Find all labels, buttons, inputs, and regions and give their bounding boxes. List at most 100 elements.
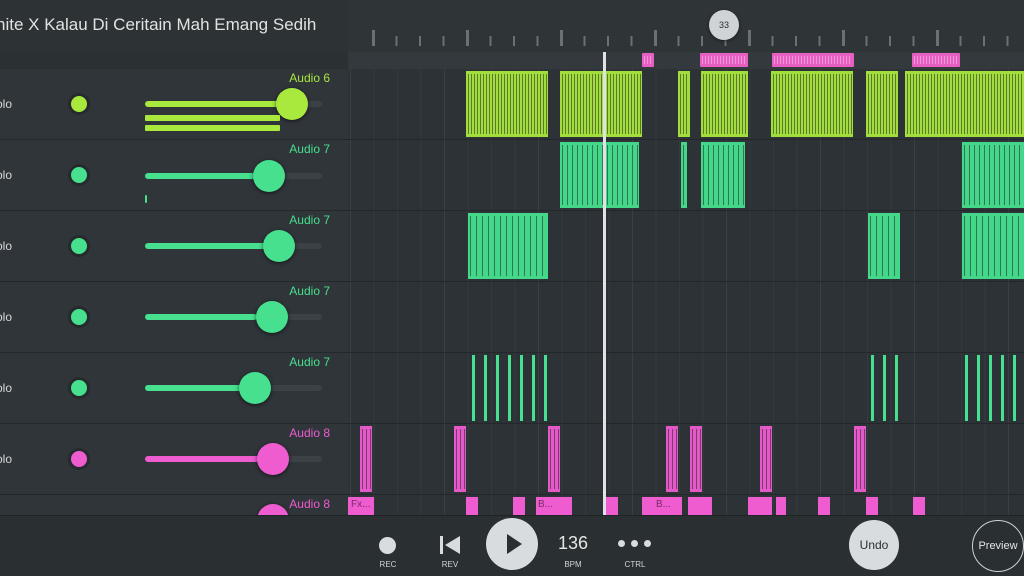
waveform-line: [955, 74, 956, 134]
track-row[interactable]: Audio 8: [0, 495, 348, 536]
waveform-line: [510, 74, 511, 134]
waveform-line: [842, 74, 843, 134]
solo-label[interactable]: olo: [0, 310, 12, 324]
waveform-line: [782, 74, 783, 134]
volume-handle[interactable]: [256, 301, 288, 333]
pattern-block[interactable]: [642, 53, 654, 67]
pan-knob-dot: [71, 380, 87, 396]
solo-label[interactable]: olo: [0, 168, 12, 182]
volume-handle[interactable]: [276, 88, 308, 120]
ruler-tick: [936, 30, 939, 46]
track-name[interactable]: Audio 8: [289, 497, 330, 511]
waveform-line: [733, 145, 734, 205]
waveform-line: [634, 74, 635, 134]
waveform-line: [1009, 145, 1010, 205]
track-row[interactable]: olo Audio 7: [0, 353, 348, 424]
waveform-line: [818, 74, 819, 134]
grid-line: [749, 69, 751, 515]
track-name[interactable]: Audio 7: [289, 213, 330, 227]
ruler-tick: [677, 36, 680, 46]
waveform-line: [851, 74, 852, 134]
volume-fader[interactable]: [145, 230, 322, 262]
track-name[interactable]: Audio 7: [289, 355, 330, 369]
pan-knob[interactable]: [68, 164, 90, 186]
more-dots-icon[interactable]: [618, 540, 652, 548]
pan-knob[interactable]: [68, 377, 90, 399]
pattern-strip[interactable]: [348, 52, 1024, 69]
volume-handle[interactable]: [253, 160, 285, 192]
waveform-line: [522, 74, 523, 134]
solo-label[interactable]: olo: [0, 239, 12, 253]
waveform-line: [779, 74, 780, 134]
pan-knob[interactable]: [68, 235, 90, 257]
waveform-line: [984, 145, 985, 205]
waveform-line: [718, 145, 719, 205]
volume-fader[interactable]: [145, 443, 322, 475]
track-name[interactable]: Audio 8: [289, 426, 330, 440]
undo-button[interactable]: Undo: [849, 520, 899, 570]
pattern-block[interactable]: [912, 53, 960, 67]
volume-handle[interactable]: [263, 230, 295, 262]
level-meter: [145, 195, 147, 203]
record-button[interactable]: [379, 537, 396, 554]
track-row[interactable]: olo Audio 7: [0, 211, 348, 282]
pan-knob[interactable]: [68, 306, 90, 328]
pattern-block[interactable]: [772, 53, 854, 67]
waveform-line: [800, 74, 801, 134]
waveform-line: [619, 74, 620, 134]
volume-fader[interactable]: [145, 372, 322, 404]
waveform-line: [773, 74, 774, 134]
playhead-line[interactable]: [603, 52, 606, 515]
waveform-line: [762, 429, 763, 489]
waveform-line: [967, 74, 968, 134]
track-row[interactable]: olo Audio 7: [0, 140, 348, 211]
waveform-line: [470, 216, 471, 276]
ruler-tick: [889, 36, 891, 46]
volume-handle[interactable]: [239, 372, 271, 404]
playlist-grid[interactable]: Fx... B... B...: [348, 69, 1024, 515]
waveform-line: [943, 74, 944, 134]
track-name[interactable]: Audio 6: [289, 71, 330, 85]
timeline-ruler[interactable]: [348, 0, 1024, 53]
waveform-line: [979, 74, 980, 134]
track-row[interactable]: olo Audio 6: [0, 69, 348, 140]
audio-clip: [965, 355, 968, 421]
grid-line: [444, 69, 445, 515]
waveform-line: [803, 74, 804, 134]
volume-fader[interactable]: [145, 160, 322, 192]
waveform-line: [546, 74, 547, 134]
volume-fader[interactable]: [145, 301, 322, 333]
waveform-line: [745, 74, 746, 134]
rewind-icon[interactable]: [439, 535, 461, 555]
waveform-line: [728, 145, 729, 205]
waveform-line: [988, 74, 989, 134]
track-row[interactable]: olo Audio 8: [0, 424, 348, 495]
solo-label[interactable]: olo: [0, 381, 12, 395]
waveform-line: [892, 74, 893, 134]
ruler-tick: [912, 36, 915, 46]
waveform-line: [607, 74, 608, 134]
ruler-tick: [583, 36, 586, 46]
pan-knob[interactable]: [68, 93, 90, 115]
track-row[interactable]: olo Audio 7: [0, 282, 348, 353]
waveform-line: [785, 74, 786, 134]
waveform-line: [888, 216, 889, 276]
lane-labels: Fx... B... B...: [348, 495, 1024, 515]
preview-button[interactable]: Preview: [972, 520, 1024, 572]
playhead-marker[interactable]: 33: [709, 10, 739, 40]
waveform-line: [519, 74, 520, 134]
volume-fader[interactable]: [145, 88, 322, 120]
solo-label[interactable]: olo: [0, 452, 12, 466]
waveform-line: [976, 74, 977, 134]
audio-clip: [977, 355, 980, 421]
volume-handle[interactable]: [257, 443, 289, 475]
bpm-value[interactable]: 136: [553, 533, 593, 554]
track-name[interactable]: Audio 7: [289, 284, 330, 298]
pattern-block[interactable]: [700, 53, 748, 67]
track-name[interactable]: Audio 7: [289, 142, 330, 156]
solo-label[interactable]: olo: [0, 97, 12, 111]
waveform-line: [882, 216, 883, 276]
volume-fill: [145, 456, 260, 462]
pan-knob[interactable]: [68, 448, 90, 470]
play-button[interactable]: [486, 518, 538, 570]
